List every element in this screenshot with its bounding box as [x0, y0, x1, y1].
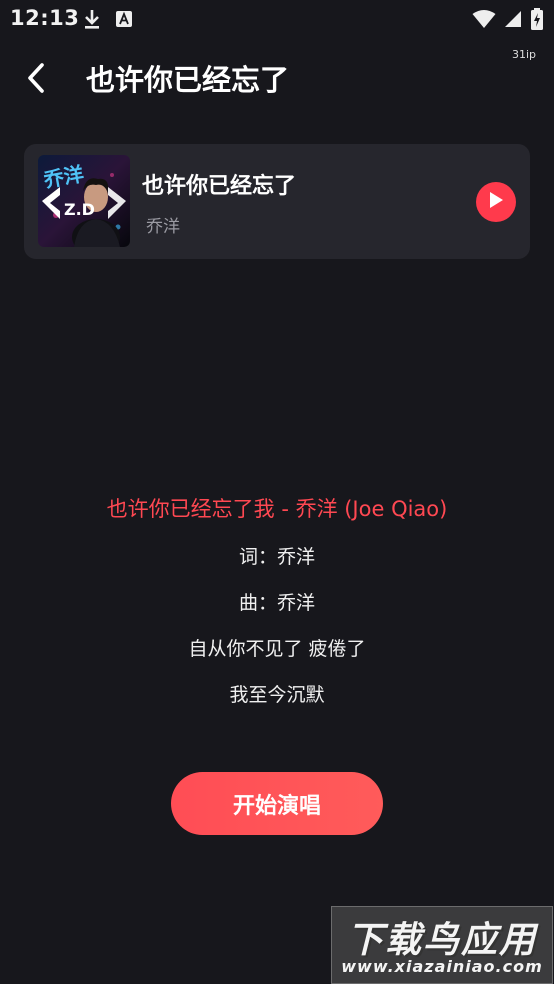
play-icon [487, 190, 505, 214]
watermark-logo: 下载鸟应用 www.xiazainiao.com [331, 906, 553, 984]
lyric-line: 自从你不见了 疲倦了 [188, 638, 366, 660]
status-left-icons [82, 8, 133, 34]
lyrics-panel: 也许你已经忘了我 - 乔洋 (Joe Qiao) 词：乔洋 曲：乔洋 自从你不见… [0, 492, 554, 724]
song-card[interactable]: Z.D 乔洋 也许你已经忘了 乔洋 [24, 144, 530, 259]
start-singing-button[interactable]: 开始演唱 [171, 772, 383, 835]
album-cover[interactable]: Z.D 乔洋 [38, 155, 130, 247]
watermark-title: 下载鸟应用 [346, 920, 537, 961]
play-button[interactable] [476, 182, 516, 222]
lyric-line: 曲：乔洋 [238, 592, 315, 614]
svg-text:Z.D: Z.D [64, 200, 95, 219]
status-time: 12:13 [10, 6, 80, 30]
download-icon [82, 8, 102, 34]
song-artist: 乔洋 [146, 217, 180, 237]
status-right-icons [472, 8, 544, 34]
network-speed: 31ip [511, 48, 536, 61]
font-a-icon [115, 10, 133, 32]
back-button[interactable] [16, 60, 56, 100]
watermark-url: www.xiazainiao.com [341, 957, 543, 976]
lyric-line: 词：乔洋 [238, 546, 315, 568]
signal-icon [504, 10, 522, 32]
lyric-line-current: 也许你已经忘了我 - 乔洋 (Joe Qiao) [106, 497, 448, 521]
chevron-left-icon [25, 62, 47, 98]
wifi-icon [472, 9, 496, 33]
page-title: 也许你已经忘了 [86, 63, 290, 97]
lyric-line: 我至今沉默 [229, 684, 325, 706]
battery-icon [530, 8, 544, 34]
status-bar: 12:13 [0, 0, 554, 38]
song-title: 也许你已经忘了 [142, 174, 297, 199]
